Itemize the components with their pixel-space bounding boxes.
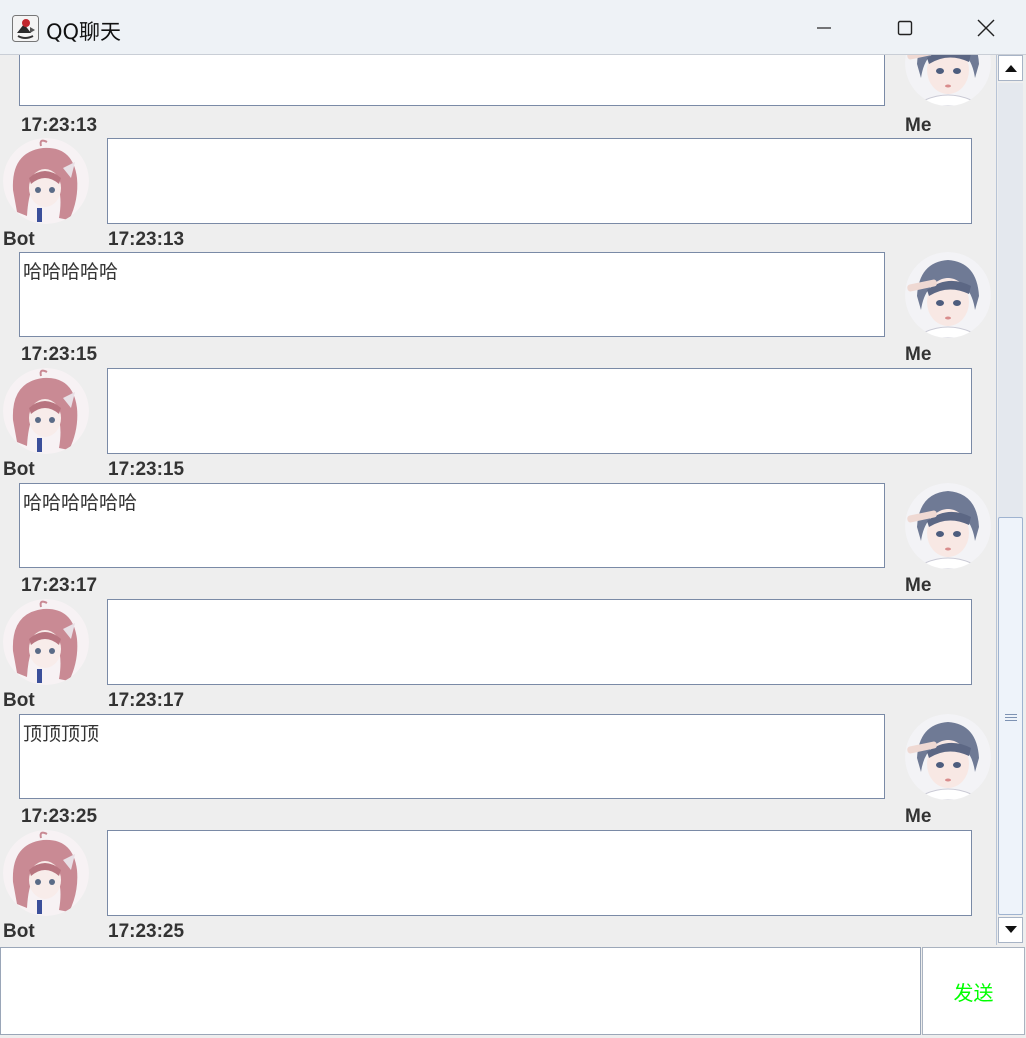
maximize-icon [897,20,913,36]
message-bubble[interactable] [107,138,972,224]
avatar-me [905,714,991,800]
scroll-up-button[interactable] [998,55,1023,81]
chat-scrollbar[interactable] [996,55,1024,945]
qq-chat-window: QQ聊天 17:23:13 Me Bot 17:23:13 哈哈哈哈哈 17:2… [0,0,1026,1038]
sender-name: Me [905,115,932,136]
sender-name: Me [905,806,932,827]
chat-history[interactable]: 17:23:13 Me Bot 17:23:13 哈哈哈哈哈 17:23:15 … [0,55,996,945]
message-time: 17:23:13 [108,229,185,250]
avatar-me [905,252,991,338]
message-bubble[interactable] [107,830,972,916]
message-me: 哈哈哈哈哈哈 17:23:17 Me [0,483,996,599]
message-bot: Bot 17:23:25 [0,830,996,945]
message-input[interactable] [0,947,921,1035]
java-coffee-app-icon [12,15,39,42]
sender-name: Bot [3,459,35,480]
close-icon [977,19,995,37]
avatar-bot [3,368,89,454]
sender-name: Me [905,575,932,596]
minimize-icon [817,27,831,29]
send-button-label: 发送 [953,980,994,1005]
message-bubble[interactable] [107,599,972,685]
send-button[interactable]: 发送 [922,947,1025,1035]
message-time: 17:23:15 [108,459,185,480]
avatar-me [905,483,991,569]
message-time: 17:23:17 [21,575,98,596]
message-bot: Bot 17:23:17 [0,599,996,715]
title-bar[interactable]: QQ聊天 [0,0,1026,55]
avatar-bot [3,830,89,916]
scroll-down-button[interactable] [998,917,1023,943]
window-title: QQ聊天 [46,20,122,44]
scroll-thumb[interactable] [998,517,1023,915]
message-me: 17:23:13 Me [0,55,996,139]
message-text: 顶顶顶顶 [23,723,100,745]
minimize-button[interactable] [799,8,849,48]
message-bubble[interactable]: 哈哈哈哈哈 [19,252,885,337]
sender-name: Bot [3,690,35,711]
maximize-button[interactable] [880,8,930,48]
sender-name: Bot [3,921,35,942]
message-bubble[interactable]: 哈哈哈哈哈哈 [19,483,885,568]
message-bubble[interactable] [19,55,885,106]
avatar-me [905,55,991,106]
sender-name: Bot [3,229,35,250]
message-text: 哈哈哈哈哈哈 [23,492,138,514]
message-me: 顶顶顶顶 17:23:25 Me [0,714,996,830]
avatar-bot [3,138,89,224]
message-time: 17:23:17 [108,690,185,711]
scroll-up-arrow-icon [1004,65,1017,72]
message-bot: Bot 17:23:13 [0,138,996,254]
message-time: 17:23:25 [21,806,98,827]
message-time: 17:23:15 [21,344,98,365]
grip-icon [1005,714,1017,723]
message-bot: Bot 17:23:15 [0,368,996,484]
message-time: 17:23:25 [108,921,185,942]
message-bubble[interactable]: 顶顶顶顶 [19,714,885,799]
sender-name: Me [905,344,932,365]
message-time: 17:23:13 [21,115,98,136]
message-bubble[interactable] [107,368,972,454]
scroll-down-arrow-icon [1004,926,1017,933]
avatar-bot [3,599,89,685]
message-text: 哈哈哈哈哈 [23,261,119,283]
close-button[interactable] [961,8,1011,48]
message-me: 哈哈哈哈哈 17:23:15 Me [0,252,996,368]
